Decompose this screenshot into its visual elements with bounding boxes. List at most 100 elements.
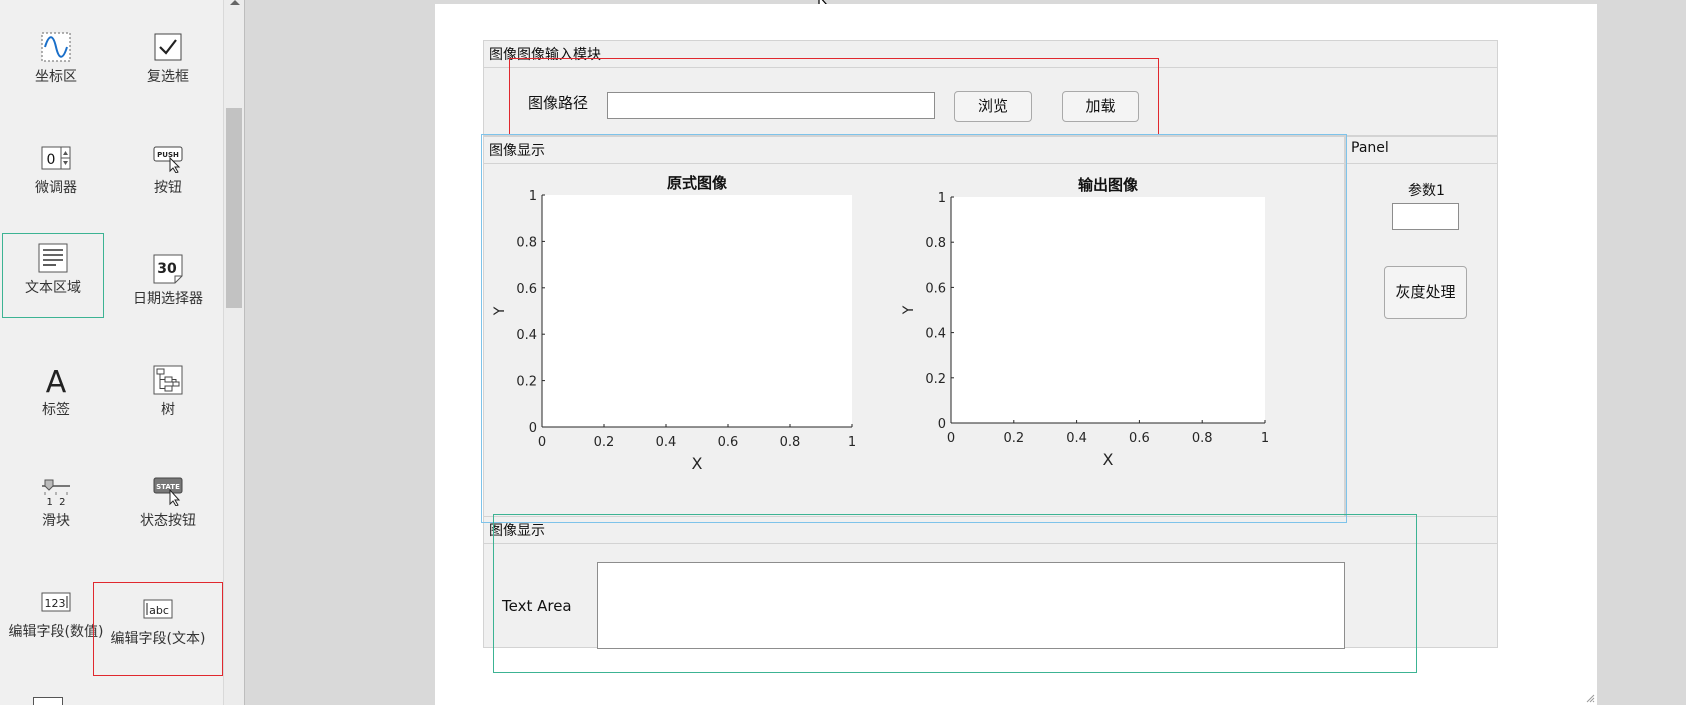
text-area-field[interactable] [597,562,1345,649]
palette-item-text-field[interactable]: abc 编辑字段(文本) [93,582,223,676]
y-tick-label: 0 [938,417,946,432]
calendar-icon: 30 [153,254,183,284]
y-tick-label: 1 [529,189,537,204]
x-tick-label: 0.2 [1003,431,1024,446]
y-tick-label: 1 [938,191,946,206]
panel-title-divider [1346,163,1497,164]
x-tick-label: 0.4 [656,435,677,450]
palette-item-text-area[interactable]: 文本区域 [2,233,104,318]
y-tick-label: 0 [529,421,537,436]
palette-item-date-picker[interactable]: 30 日期选择器 [112,244,224,340]
side-panel[interactable]: Panel 参数1 灰度处理 [1345,136,1498,521]
x-tick-label: 1 [848,435,856,450]
palette-item-label: 文本区域 [25,280,81,296]
param1-field[interactable] [1392,203,1459,230]
param1-label: 参数1 [1408,183,1445,199]
y-tick-label: 0.8 [925,236,946,251]
scrollbar-thumb[interactable] [226,108,242,308]
y-tick-label: 0.8 [516,235,537,250]
label-icon: A [41,365,71,400]
palette-item-label: 编辑字段(数值) [8,624,104,640]
palette-item-label: 微调器 [35,180,77,196]
spinner-icon-text: 0 [47,152,56,168]
x-tick-label: 0 [947,431,955,446]
chart-title: 输出图像 [1078,176,1139,194]
y-tick-label: 0.6 [516,282,537,297]
palette-item-label: 编辑字段(文本) [110,631,206,647]
panel-title: 图像显示 [489,523,545,539]
plot-area-2 [951,197,1265,423]
panel-title-divider [484,67,1497,68]
component-library: 坐标区 复选框 0 微调器 PUSH 按钮 文本区域 30 日期选择器 A 标签… [0,0,223,705]
palette-item-partial-icon [33,697,63,705]
design-canvas[interactable]: 图像图像输入模块 图像路径 浏览 加载 图像显示 0 0.2 0.4 0.6 0.8 1 0… [435,4,1597,705]
plot-area-1 [542,195,852,427]
push-button-icon: PUSH [153,143,183,174]
state-button-icon-text: STATE [156,483,180,491]
chart-title: 原式图像 [667,174,728,192]
tree-icon [153,365,183,395]
palette-item-axes[interactable]: 坐标区 [0,22,112,118]
x-tick-label: 0.6 [1129,431,1150,446]
palette-item-label: 日期选择器 [133,291,203,307]
spinner-icon: 0 [41,143,71,173]
numeric-field-icon-text: 123 [45,597,66,610]
x-tick-label: 0.6 [718,435,739,450]
x-tick-label: 0.8 [780,435,801,450]
palette-item-label: 滑块 [42,513,70,529]
y-tick-label: 0.2 [516,375,537,390]
image-display-panel[interactable]: 图像显示 0 0.2 0.4 0.6 0.8 1 0 0.2 0.4 0.6 0.8 1 原式图像 X Y 0… [483,136,1345,521]
push-button-icon-text: PUSH [157,151,179,159]
calendar-icon-text: 30 [157,261,177,277]
x-tick-label: 0.8 [1192,431,1213,446]
palette-item-label: 状态按钮 [140,513,196,529]
palette-item-label-control[interactable]: A 标签 [0,355,112,451]
image-input-panel[interactable]: 图像图像输入模块 图像路径 浏览 加载 [483,40,1498,136]
label-icon-text: A [46,365,67,395]
scroll-up-arrow-icon[interactable] [230,0,240,5]
panel-title: 图像图像输入模块 [489,47,601,63]
slider-icon-text: 1 2 [46,497,65,506]
palette-item-spinner[interactable]: 0 微调器 [0,133,112,229]
palette-item-label: 坐标区 [35,69,77,85]
browse-button[interactable]: 浏览 [954,91,1032,122]
text-area-icon [38,243,68,273]
x-tick-label: 0 [538,435,546,450]
palette-item-button[interactable]: PUSH 按钮 [112,133,224,229]
x-axis-label: X [1103,450,1114,469]
x-axis-label: X [692,454,703,473]
axes-area[interactable]: 0 0.2 0.4 0.6 0.8 1 0 0.2 0.4 0.6 0.8 1 原式图像 X Y 0 0.2 0.… [484,163,1346,518]
y-axis-label: Y [901,305,917,315]
x-tick-label: 0.2 [594,435,615,450]
palette-item-checkbox[interactable]: 复选框 [112,22,224,118]
y-tick-label: 0.6 [925,281,946,296]
grayscale-button[interactable]: 灰度处理 [1384,266,1467,319]
y-tick-label: 0.4 [925,327,946,342]
x-tick-label: 1 [1261,431,1269,446]
resize-grip-icon[interactable] [1585,693,1595,703]
panel-title: Panel [1351,140,1389,156]
text-field-icon-text: abc [149,604,169,617]
image-path-field[interactable] [607,92,935,119]
palette-item-slider[interactable]: 1 2 滑块 [0,466,112,562]
y-tick-label: 0.4 [516,328,537,343]
load-button[interactable]: 加载 [1062,91,1139,122]
palette-item-label: 复选框 [147,69,189,85]
panel-title: 图像显示 [489,143,545,159]
palette-item-state-button[interactable]: STATE 状态按钮 [112,466,224,562]
image-path-label: 图像路径 [528,94,589,112]
text-area-label: Text Area [502,597,572,615]
palette-item-label: 树 [161,402,175,418]
sine-wave-icon [41,32,71,62]
panel-title-divider [484,543,1497,544]
checkbox-icon [153,32,183,62]
x-tick-label: 0.4 [1066,431,1087,446]
palette-scrollbar[interactable] [224,0,244,705]
numeric-field-icon: 123 [41,587,71,617]
palette-divider [244,0,245,705]
y-axis-label: Y [492,306,508,316]
slider-icon: 1 2 [41,476,71,508]
palette-item-tree[interactable]: 树 [112,355,224,451]
text-output-panel[interactable]: 图像显示 Text Area [483,516,1498,649]
state-button-icon: STATE [153,476,183,507]
